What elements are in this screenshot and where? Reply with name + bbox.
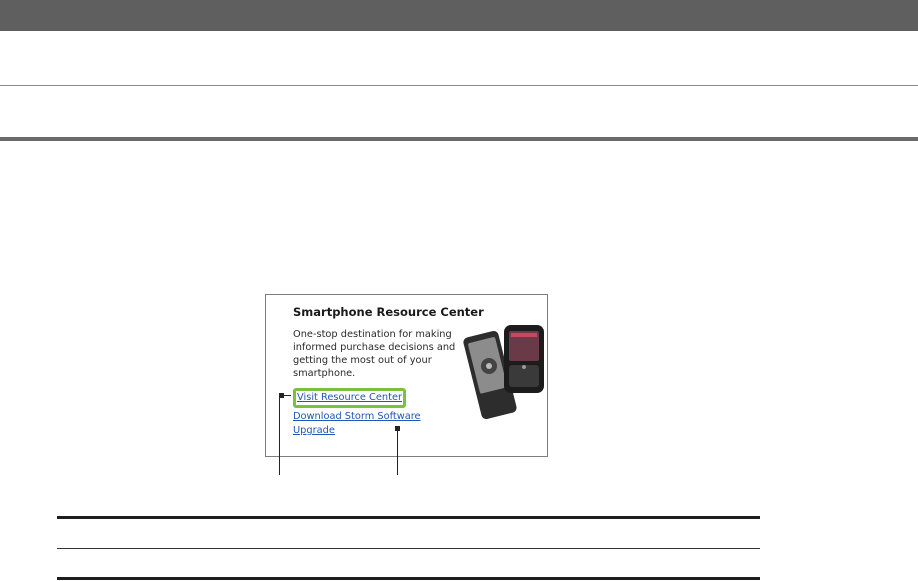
table-bottom-rule — [57, 577, 760, 580]
header-divider — [0, 85, 918, 86]
smartphone-icon — [504, 325, 544, 393]
download-storm-upgrade-link[interactable]: Download Storm Software Upgrade — [293, 410, 443, 438]
callout-line-visit-horizontal — [279, 395, 291, 396]
resource-center-screenshot: Smartphone Resource Center One-stop dest… — [265, 294, 548, 457]
callout-line-download-vertical — [397, 430, 398, 475]
smartphones-image — [463, 325, 544, 419]
table-header-rule — [57, 548, 760, 549]
section-divider — [0, 137, 918, 141]
card-title: Smartphone Resource Center — [293, 305, 484, 319]
callout-line-visit-vertical — [279, 395, 280, 475]
table-top-rule — [57, 516, 760, 519]
visit-resource-center-link[interactable]: Visit Resource Center — [293, 388, 407, 408]
header-bar — [0, 0, 918, 31]
